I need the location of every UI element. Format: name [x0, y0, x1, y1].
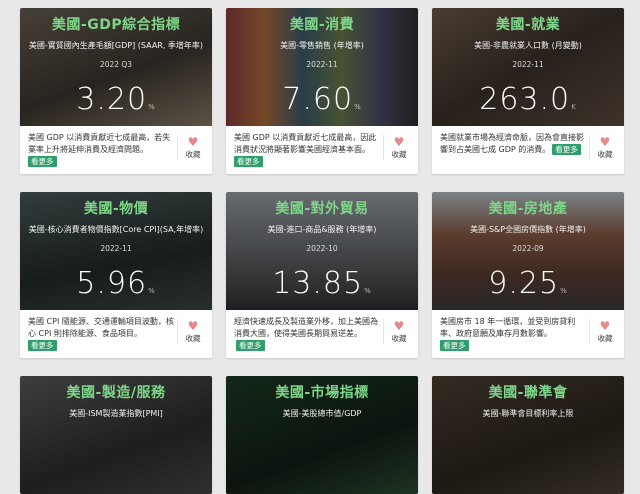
- card-value: 263.0K: [479, 82, 577, 117]
- card-hero[interactable]: 美國-GDP綜合指標 美國-實質國內生產毛額[GDP] (SAAR, 季增年率)…: [20, 8, 212, 126]
- card-employment[interactable]: 美國-就業 美國-非農就業人口數 (月變動) 2022-11 263.0K 美國…: [432, 8, 624, 174]
- card-gdp[interactable]: 美國-GDP綜合指標 美國-實質國內生產毛額[GDP] (SAAR, 季增年率)…: [20, 8, 212, 174]
- card-trade[interactable]: 美國-對外貿易 美國-進口-商品&服務 (年增率) 2022-10 13.85%…: [226, 192, 418, 358]
- card-date: 2022-11: [100, 244, 132, 253]
- card-date: 2022-11: [306, 60, 338, 69]
- card-title: 美國-製造/服務: [66, 385, 166, 401]
- card-body: 美國 CPI 隨能源、交通運輸項目波動，核心 CPI 則排除能源、食品項目。 看更…: [20, 310, 212, 358]
- card-subtitle: 美國-零售銷售 (年增率): [280, 41, 364, 50]
- heart-icon: ♥: [393, 135, 405, 149]
- card-market[interactable]: 美國-市場指標 美國-美股總市值/GDP: [226, 376, 418, 494]
- read-more-button[interactable]: 看更多: [28, 340, 57, 351]
- card-prices[interactable]: 美國-物價 美國-核心消費者物價指數[Core CPI](SA,年增率) 202…: [20, 192, 212, 358]
- card-value: 13.85%: [272, 266, 372, 301]
- card-title: 美國-消費: [289, 17, 355, 33]
- card-body: 經濟快速成長及製造業外移，加上美國為消費大國，使得美國長期貿易逆差。看更多 ♥ …: [226, 310, 418, 358]
- read-more-button[interactable]: 看更多: [552, 144, 581, 155]
- card-subtitle: 美國-實質國內生產毛額[GDP] (SAAR, 季增年率): [28, 41, 204, 50]
- card-subtitle: 美國-非農就業人口數 (月變動): [474, 41, 582, 50]
- value-unit: %: [364, 287, 372, 295]
- indicator-grid: 美國-GDP綜合指標 美國-實質國內生產毛額[GDP] (SAAR, 季增年率)…: [20, 8, 624, 494]
- card-subtitle: 美國-S&P全國房價指數 (年增率): [470, 225, 586, 234]
- card-manufacturing[interactable]: 美國-製造/服務 美國-ISM製造業指數[PMI]: [20, 376, 212, 494]
- card-value: 9.25%: [488, 266, 568, 301]
- card-real-estate[interactable]: 美國-房地產 美國-S&P全國房價指數 (年增率) 2022-09 9.25% …: [432, 192, 624, 358]
- card-hero[interactable]: 美國-製造/服務 美國-ISM製造業指數[PMI]: [20, 376, 212, 494]
- card-subtitle: 美國-核心消費者物價指數[Core CPI](SA,年增率): [28, 225, 204, 234]
- heart-icon: ♥: [187, 135, 199, 149]
- card-description: 美國 GDP 以消費貢獻近七成最高，若失業率上升將延伸消費及經濟問題。 看更多: [28, 133, 171, 167]
- card-description: 經濟快速成長及製造業外移，加上美國為消費大國，使得美國長期貿易逆差。看更多: [234, 317, 378, 351]
- card-title: 美國-房地產: [488, 201, 568, 217]
- card-hero[interactable]: 美國-房地產 美國-S&P全國房價指數 (年增率) 2022-09 9.25%: [432, 192, 624, 310]
- favorite-label: 收藏: [185, 334, 201, 343]
- card-date: 2022 Q3: [99, 60, 133, 69]
- card-description: 美國 GDP 以消費貢獻近七成最高，因此消費狀況將顯著影響美國經濟基本面。 看更多: [234, 133, 377, 167]
- card-description: 美國就業市場為經濟命脈，因為會直接影響到占美國七成 GDP 的消費。 看更多: [440, 133, 584, 155]
- favorite-label: 收藏: [185, 150, 201, 159]
- heart-icon: ♥: [187, 319, 199, 333]
- card-hero[interactable]: 美國-物價 美國-核心消費者物價指數[Core CPI](SA,年增率) 202…: [20, 192, 212, 310]
- card-title: 美國-物價: [83, 201, 149, 217]
- card-hero[interactable]: 美國-消費 美國-零售銷售 (年增率) 2022-11 7.60%: [226, 8, 418, 126]
- value-unit: %: [354, 103, 362, 111]
- card-title: 美國-市場指標: [275, 385, 369, 401]
- card-subtitle: 美國-ISM製造業指數[PMI]: [69, 409, 163, 418]
- favorite-label: 收藏: [391, 334, 407, 343]
- read-more-button[interactable]: 看更多: [234, 156, 263, 167]
- read-more-button[interactable]: 看更多: [28, 156, 57, 167]
- heart-icon: ♥: [599, 319, 611, 333]
- favorite-label: 收藏: [597, 150, 613, 159]
- read-more-button[interactable]: 看更多: [236, 340, 265, 351]
- card-description: 美國房市 18 年一循環，並受到房貸利率、政府意願及庫存月數影響。 看更多: [440, 317, 576, 351]
- favorite-button[interactable]: ♥ 收藏: [177, 135, 208, 160]
- favorite-button[interactable]: ♥ 收藏: [177, 319, 208, 344]
- favorite-button[interactable]: ♥ 收藏: [383, 319, 414, 344]
- card-hero[interactable]: 美國-聯準會 美國-聯準會目標利率上限: [432, 376, 624, 494]
- card-hero[interactable]: 美國-市場指標 美國-美股總市值/GDP: [226, 376, 418, 494]
- card-date: 2022-10: [306, 244, 338, 253]
- card-value: 5.96%: [76, 266, 156, 301]
- heart-icon: ♥: [393, 319, 405, 333]
- card-value: 7.60%: [282, 82, 362, 117]
- card-title: 美國-聯準會: [488, 385, 568, 401]
- heart-icon: ♥: [599, 135, 611, 149]
- card-body: 美國 GDP 以消費貢獻近七成最高，因此消費狀況將顯著影響美國經濟基本面。 看更多…: [226, 126, 418, 174]
- card-title: 美國-對外貿易: [275, 201, 369, 217]
- value-unit: %: [148, 103, 156, 111]
- card-hero[interactable]: 美國-對外貿易 美國-進口-商品&服務 (年增率) 2022-10 13.85%: [226, 192, 418, 310]
- card-title: 美國-GDP綜合指標: [51, 17, 181, 33]
- card-date: 2022-11: [512, 60, 544, 69]
- favorite-button[interactable]: ♥ 收藏: [589, 135, 620, 160]
- favorite-button[interactable]: ♥ 收藏: [589, 319, 620, 344]
- read-more-button[interactable]: 看更多: [440, 340, 469, 351]
- card-subtitle: 美國-聯準會目標利率上限: [482, 409, 574, 418]
- card-fed[interactable]: 美國-聯準會 美國-聯準會目標利率上限: [432, 376, 624, 494]
- card-consumption[interactable]: 美國-消費 美國-零售銷售 (年增率) 2022-11 7.60% 美國 GDP…: [226, 8, 418, 174]
- value-unit: K: [571, 103, 577, 111]
- card-body: 美國房市 18 年一循環，並受到房貸利率、政府意願及庫存月數影響。 看更多 ♥ 收…: [432, 310, 624, 358]
- card-description: 美國 CPI 隨能源、交通運輸項目波動，核心 CPI 則排除能源、食品項目。 看更…: [28, 317, 174, 351]
- card-subtitle: 美國-進口-商品&服務 (年增率): [267, 225, 377, 234]
- value-unit: %: [560, 287, 568, 295]
- card-title: 美國-就業: [495, 17, 561, 33]
- value-unit: %: [148, 287, 156, 295]
- favorite-label: 收藏: [391, 150, 407, 159]
- card-hero[interactable]: 美國-就業 美國-非農就業人口數 (月變動) 2022-11 263.0K: [432, 8, 624, 126]
- favorite-button[interactable]: ♥ 收藏: [383, 135, 414, 160]
- card-value: 3.20%: [76, 82, 156, 117]
- favorite-label: 收藏: [597, 334, 613, 343]
- card-date: 2022-09: [512, 244, 544, 253]
- card-body: 美國 GDP 以消費貢獻近七成最高，若失業率上升將延伸消費及經濟問題。 看更多 ♥…: [20, 126, 212, 174]
- card-subtitle: 美國-美股總市值/GDP: [282, 409, 362, 418]
- card-body: 美國就業市場為經濟命脈，因為會直接影響到占美國七成 GDP 的消費。 看更多 ♥ …: [432, 126, 624, 174]
